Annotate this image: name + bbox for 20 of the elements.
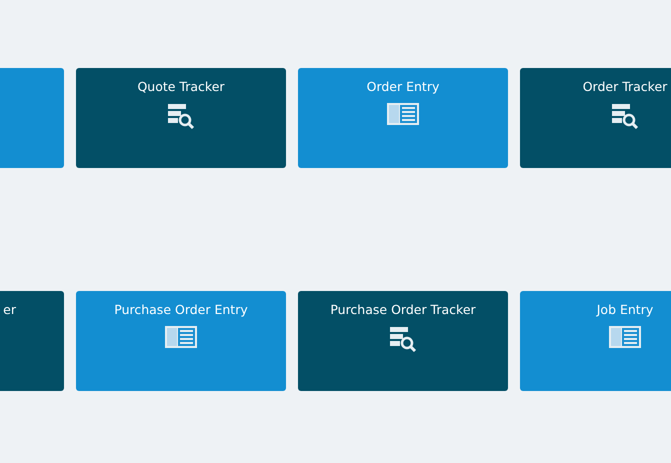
book-icon [165, 326, 197, 348]
app-tile[interactable]: Purchase Order Tracker [298, 291, 508, 391]
tile-title: er [3, 302, 16, 317]
list-magnifier-icon [612, 104, 638, 129]
tile-title: Purchase Order Tracker [330, 302, 476, 317]
list-magnifier-icon [168, 104, 194, 129]
app-tile[interactable]: Quote Tracker [76, 68, 286, 168]
list-magnifier-icon [390, 327, 416, 352]
tile-title: Purchase Order Entry [114, 302, 248, 317]
app-tile[interactable]: Purchase Order Entry [76, 291, 286, 391]
tile-title: Order Entry [366, 79, 440, 94]
app-tile[interactable]: Order Tracker [520, 68, 671, 168]
tile-title: Order Tracker [582, 79, 668, 94]
app-tile[interactable]: Order Entry [298, 68, 508, 168]
book-icon [609, 326, 641, 348]
tile-title: Quote Tracker [137, 79, 225, 94]
app-tile[interactable]: Job Entry [520, 291, 671, 391]
book-icon [387, 103, 419, 125]
app-tile[interactable]: er [0, 291, 64, 391]
tile-title: Job Entry [596, 302, 654, 317]
